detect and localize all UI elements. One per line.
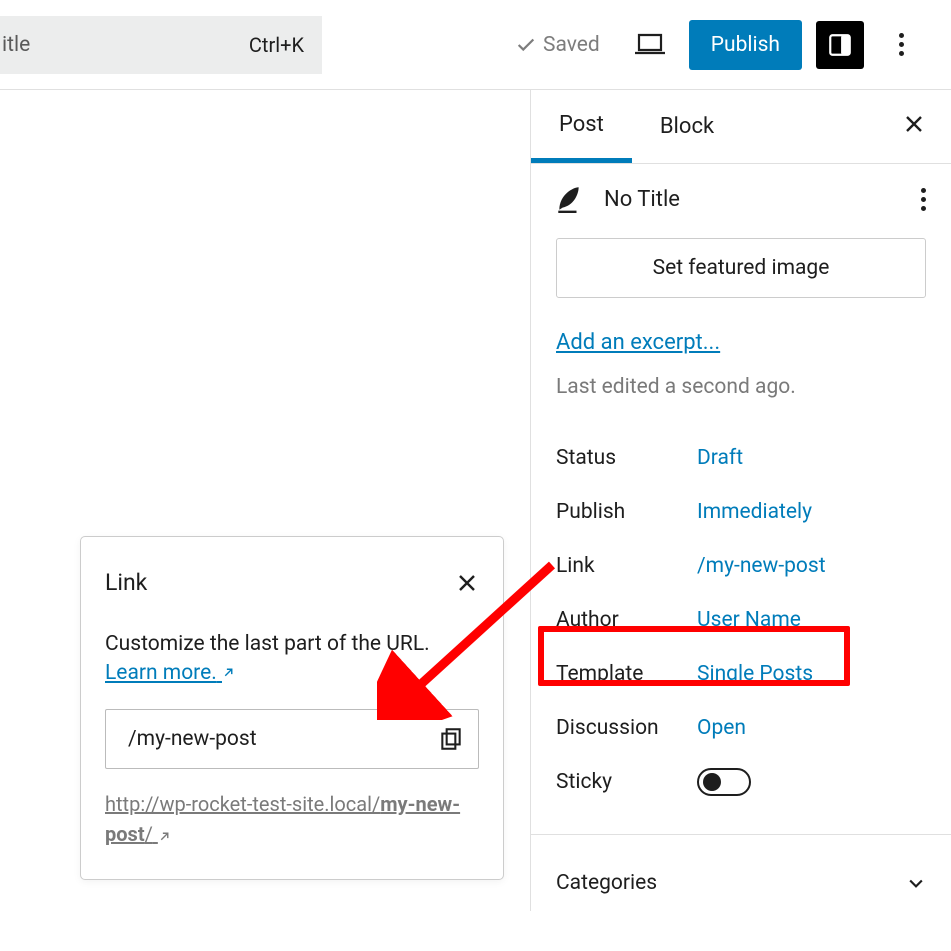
preview-button[interactable] [626,20,675,69]
last-edited-text: Last edited a second ago. [556,375,926,399]
sticky-toggle[interactable] [697,768,751,796]
slug-input[interactable]: /my-new-post [105,709,479,769]
publish-value[interactable]: Immediately [697,500,812,524]
sidebar-tabs: Post Block [531,90,951,164]
external-link-icon [158,830,171,843]
close-icon [902,112,926,136]
add-excerpt-link[interactable]: Add an excerpt... [556,330,720,355]
title-shortcut: Ctrl+K [249,33,304,57]
slug-value: /my-new-post [128,727,257,751]
popup-description: Customize the last part of the URL. Lear… [105,630,479,689]
settings-sidebar: Post Block No Title Set fea [531,90,951,911]
copy-icon[interactable] [438,726,464,752]
link-value[interactable]: /my-new-post [697,554,826,578]
close-sidebar-button[interactable] [902,111,926,143]
meta-discussion: Discussion Open [556,701,926,755]
discussion-value[interactable]: Open [697,716,746,740]
meta-template: Template Single Posts [556,647,926,701]
post-actions-button[interactable] [921,188,926,211]
meta-publish: Publish Immediately [556,485,926,539]
featured-image-button[interactable]: Set featured image [556,238,926,298]
close-icon[interactable] [455,571,479,595]
check-icon [515,34,537,56]
external-link-icon [222,666,235,679]
meta-link: Link /my-new-post [556,539,926,593]
meta-status: Status Draft [556,431,926,485]
title-placeholder: itle [2,33,30,57]
feather-icon [556,184,582,214]
template-value[interactable]: Single Posts [697,662,813,686]
dots-vertical-icon [921,188,926,211]
post-section: No Title Set featured image Add an excer… [531,164,951,835]
saved-label: Saved [543,33,600,57]
options-button[interactable] [877,20,926,69]
saved-status: Saved [515,33,600,57]
chevron-down-icon [906,873,926,893]
sidebar-layout-icon [827,32,853,58]
publish-button[interactable]: Publish [689,20,802,70]
categories-label: Categories [556,871,657,895]
settings-panel-button[interactable] [816,21,864,69]
editor-header: itle Ctrl+K Saved Publish [0,0,951,90]
dots-vertical-icon [899,33,904,56]
post-title: No Title [604,187,680,212]
categories-panel[interactable]: Categories [531,835,951,905]
meta-sticky: Sticky [556,755,926,809]
editor-canvas[interactable]: Link Customize the last part of the URL.… [0,90,531,911]
author-value[interactable]: User Name [697,608,801,632]
full-url[interactable]: http://wp-rocket-test-site.local/my-new-… [105,789,479,849]
laptop-icon [634,33,666,56]
link-popup: Link Customize the last part of the URL.… [80,536,504,880]
tab-post[interactable]: Post [531,90,632,163]
popup-title: Link [105,569,147,596]
tab-block[interactable]: Block [632,90,742,163]
meta-author: Author User Name [556,593,926,647]
title-input[interactable]: itle Ctrl+K [0,16,322,74]
status-value[interactable]: Draft [697,446,743,470]
learn-more-link[interactable]: Learn more. [105,661,235,685]
